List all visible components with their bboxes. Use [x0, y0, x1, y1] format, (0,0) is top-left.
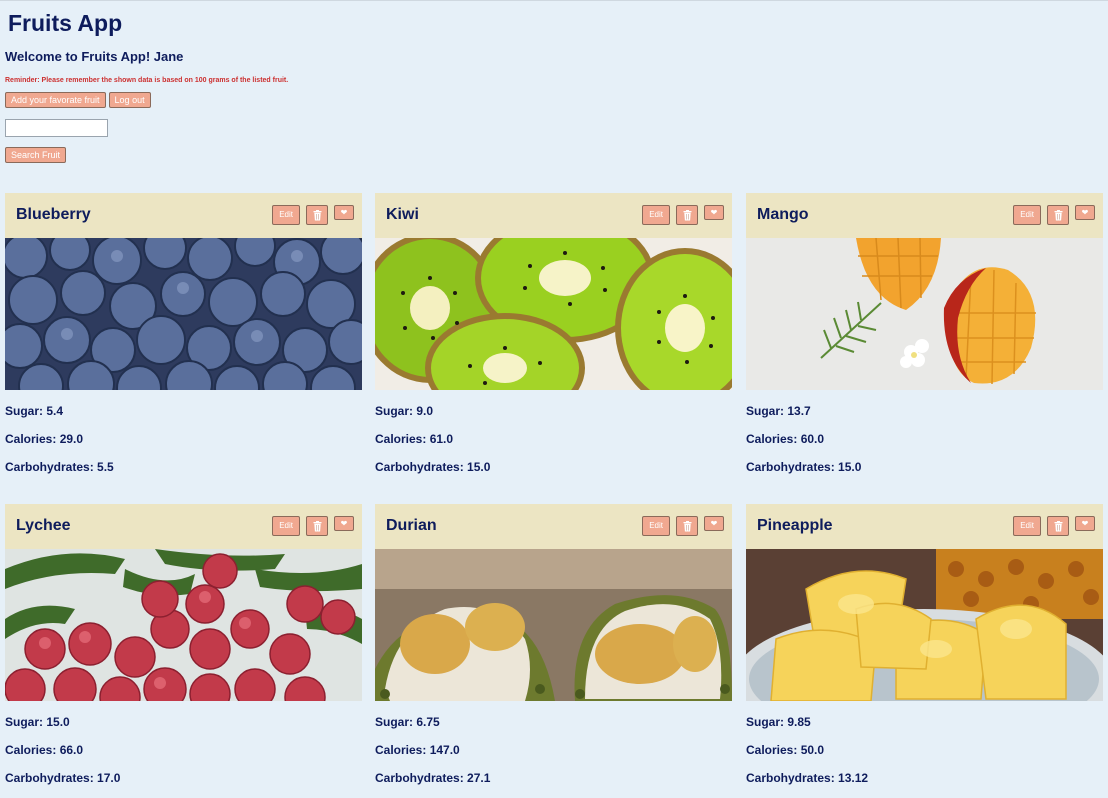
trash-icon	[313, 520, 321, 531]
fruit-card: Kiwi Edit ❤ Sugar: 9.0 Calories: 61.0 Ca…	[375, 193, 732, 487]
calories-stat: Calories: 66.0	[5, 743, 84, 757]
sugar-stat: Sugar: 15.0	[5, 715, 70, 729]
favorite-button[interactable]: ❤	[704, 516, 724, 531]
top-actions: Add your favorate fruit Log out	[5, 92, 151, 108]
heart-icon: ❤	[710, 519, 718, 528]
favorite-button[interactable]: ❤	[704, 205, 724, 220]
carbohydrates-stat: Carbohydrates: 5.5	[5, 460, 114, 474]
trash-icon	[683, 520, 691, 531]
calories-stat: Calories: 61.0	[375, 432, 454, 446]
sugar-stat: Sugar: 9.85	[746, 715, 811, 729]
heart-icon: ❤	[1081, 208, 1089, 217]
nutrition-stats: Sugar: 9.0 Calories: 61.0 Carbohydrates:…	[375, 390, 732, 487]
durian-image	[375, 549, 732, 701]
card-actions: Edit ❤	[642, 516, 724, 536]
sugar-stat: Sugar: 9.0	[375, 404, 434, 418]
fruit-name: Blueberry	[16, 206, 91, 223]
fruit-card: Lychee Edit ❤ Sugar: 15.0 Calories: 66.0…	[5, 504, 362, 798]
fruit-name: Lychee	[16, 517, 71, 534]
fruit-name: Durian	[386, 517, 437, 534]
trash-icon	[313, 209, 321, 220]
lychee-image	[5, 549, 362, 701]
nutrition-stats: Sugar: 9.85 Calories: 50.0 Carbohydrates…	[746, 701, 1103, 798]
edit-button[interactable]: Edit	[642, 516, 670, 536]
card-header: Kiwi Edit ❤	[375, 193, 732, 238]
edit-button[interactable]: Edit	[1013, 205, 1041, 225]
trash-icon	[683, 209, 691, 220]
add-favorite-fruit-button[interactable]: Add your favorate fruit	[5, 92, 106, 108]
carbohydrates-stat: Carbohydrates: 15.0	[375, 460, 491, 474]
nutrition-stats: Sugar: 15.0 Calories: 66.0 Carbohydrates…	[5, 701, 362, 798]
carbohydrates-stat: Carbohydrates: 17.0	[5, 771, 121, 785]
card-header: Lychee Edit ❤	[5, 504, 362, 549]
carbohydrates-stat: Carbohydrates: 13.12	[746, 771, 869, 785]
search-fruit-button[interactable]: Search Fruit	[5, 147, 67, 163]
fruit-card: Mango Edit ❤ Sugar: 13.7 Calories: 60.0	[746, 193, 1103, 487]
card-actions: Edit ❤	[1013, 516, 1095, 536]
logout-button[interactable]: Log out	[108, 92, 151, 108]
search-input[interactable]	[5, 119, 108, 137]
delete-button[interactable]	[676, 516, 698, 536]
welcome-message: Welcome to Fruits App! Jane	[5, 49, 184, 64]
heart-icon: ❤	[340, 208, 348, 217]
sugar-stat: Sugar: 5.4	[5, 404, 64, 418]
fruit-card: Blueberry Edit ❤ Sugar: 5.4 Calories: 29…	[5, 193, 362, 487]
calories-stat: Calories: 50.0	[746, 743, 825, 757]
calories-stat: Calories: 29.0	[5, 432, 84, 446]
kiwi-image	[375, 238, 732, 390]
reminder-text: Reminder: Please remember the shown data…	[5, 77, 289, 84]
card-header: Durian Edit ❤	[375, 504, 732, 549]
card-actions: Edit ❤	[272, 205, 354, 225]
nutrition-stats: Sugar: 5.4 Calories: 29.0 Carbohydrates:…	[5, 390, 362, 487]
card-actions: Edit ❤	[642, 205, 724, 225]
calories-stat: Calories: 60.0	[746, 432, 825, 446]
calories-stat: Calories: 147.0	[375, 743, 460, 757]
nutrition-stats: Sugar: 6.75 Calories: 147.0 Carbohydrate…	[375, 701, 732, 798]
edit-button[interactable]: Edit	[642, 205, 670, 225]
favorite-button[interactable]: ❤	[334, 205, 354, 220]
edit-button[interactable]: Edit	[1013, 516, 1041, 536]
favorite-button[interactable]: ❤	[334, 516, 354, 531]
edit-button[interactable]: Edit	[272, 516, 300, 536]
blueberry-image	[5, 238, 362, 390]
edit-button[interactable]: Edit	[272, 205, 300, 225]
fruit-name: Pineapple	[757, 517, 833, 534]
card-header: Mango Edit ❤	[746, 193, 1103, 238]
fruit-name: Mango	[757, 206, 809, 223]
trash-icon	[1054, 520, 1062, 531]
fruit-name: Kiwi	[386, 206, 419, 223]
card-header: Blueberry Edit ❤	[5, 193, 362, 238]
sugar-stat: Sugar: 13.7	[746, 404, 811, 418]
favorite-button[interactable]: ❤	[1075, 205, 1095, 220]
delete-button[interactable]	[1047, 516, 1069, 536]
carbohydrates-stat: Carbohydrates: 15.0	[746, 460, 862, 474]
delete-button[interactable]	[306, 516, 328, 536]
delete-button[interactable]	[306, 205, 328, 225]
sugar-stat: Sugar: 6.75	[375, 715, 440, 729]
card-actions: Edit ❤	[1013, 205, 1095, 225]
heart-icon: ❤	[710, 208, 718, 217]
fruit-card: Pineapple Edit ❤ Sugar: 9.85 Calories: 5…	[746, 504, 1103, 798]
card-actions: Edit ❤	[272, 516, 354, 536]
favorite-button[interactable]: ❤	[1075, 516, 1095, 531]
nutrition-stats: Sugar: 13.7 Calories: 60.0 Carbohydrates…	[746, 390, 1103, 487]
heart-icon: ❤	[340, 519, 348, 528]
carbohydrates-stat: Carbohydrates: 27.1	[375, 771, 491, 785]
heart-icon: ❤	[1081, 519, 1089, 528]
pineapple-image	[746, 549, 1103, 701]
card-header: Pineapple Edit ❤	[746, 504, 1103, 549]
delete-button[interactable]	[1047, 205, 1069, 225]
fruit-card: Durian Edit ❤ Sugar: 6.75 Calories: 147.…	[375, 504, 732, 798]
trash-icon	[1054, 209, 1062, 220]
mango-image	[746, 238, 1103, 390]
app-title: Fruits App	[8, 10, 123, 36]
delete-button[interactable]	[676, 205, 698, 225]
